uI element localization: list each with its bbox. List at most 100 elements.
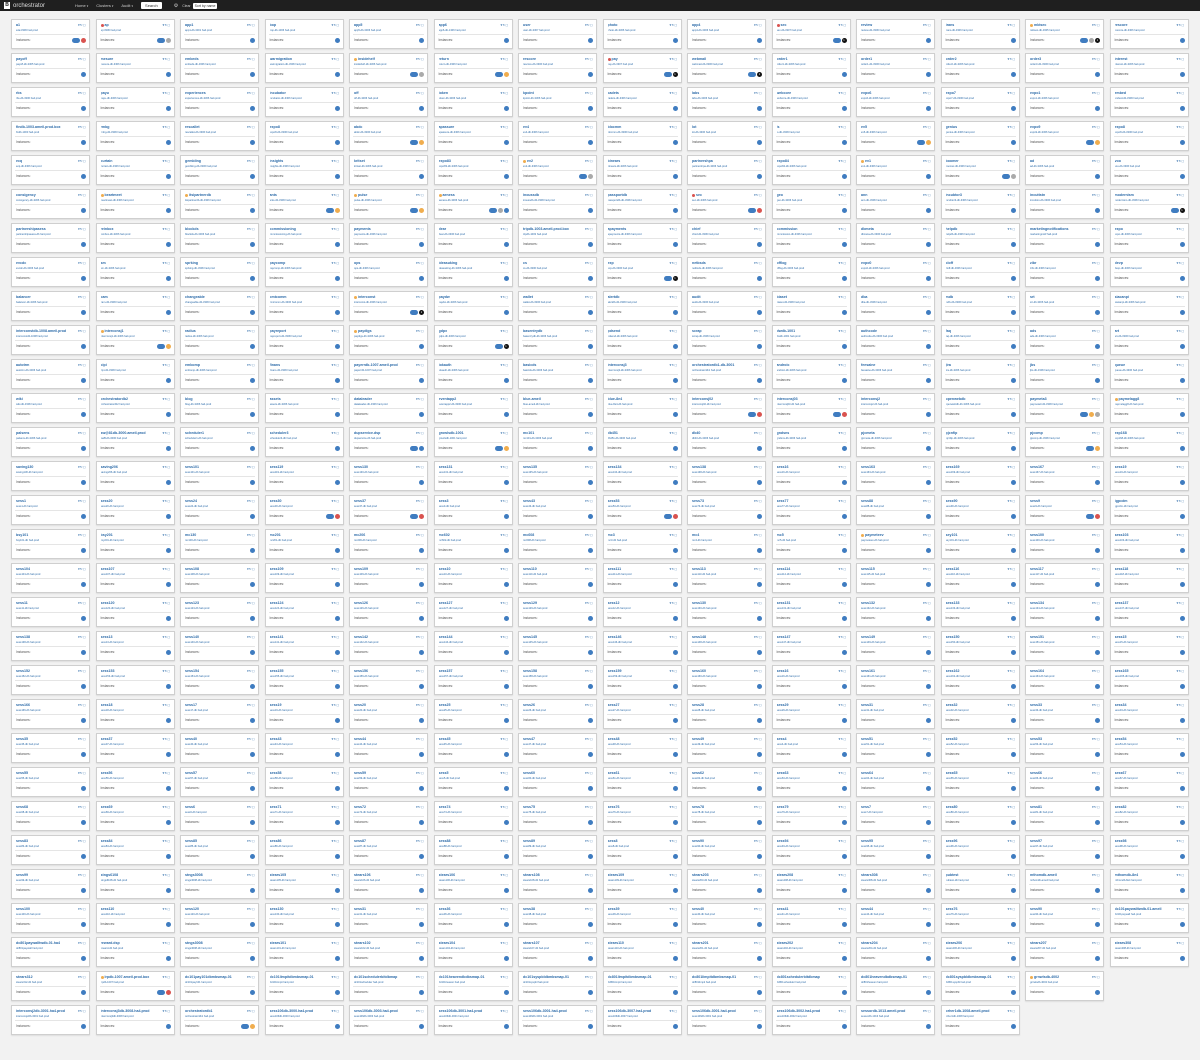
- cluster-title[interactable]: db40: [692, 431, 748, 435]
- instance-count-badge[interactable]: [672, 819, 678, 825]
- cluster-title[interactable]: interconsj02: [692, 397, 748, 401]
- cluster-card[interactable]: dc101heavendbdbsmap-01 ♥↻▢ dc101heaven ha4…: [433, 971, 513, 1001]
- copy-icon[interactable]: ▢: [674, 669, 677, 673]
- cluster-card[interactable]: interconstdb-1008.ameil.prod ♥↻▢ intercons…: [11, 325, 90, 355]
- copy-icon[interactable]: ▢: [252, 839, 255, 843]
- instance-count-badge[interactable]: [1095, 479, 1100, 485]
- cluster-card[interactable]: sess123 ♥↻▢ sess123-db ha4.prod Instances:: [180, 597, 259, 627]
- cluster-card[interactable]: dc801heavendbdbsmap-01 ♥↻▢ dc801heaven ha4…: [856, 971, 935, 1001]
- cluster-title[interactable]: sess63: [777, 771, 833, 775]
- copy-icon[interactable]: ▢: [252, 873, 255, 877]
- cluster-title[interactable]: zibr: [1030, 261, 1086, 265]
- copy-icon[interactable]: ▢: [167, 839, 170, 843]
- cluster-alias[interactable]: kpoint-db-3306 ha4.prod: [523, 97, 593, 100]
- copy-icon[interactable]: ▢: [1012, 193, 1015, 197]
- instance-count-badge[interactable]: [1179, 547, 1185, 553]
- cluster-title[interactable]: mesure: [101, 57, 157, 61]
- instance-count-badge[interactable]: [334, 615, 340, 621]
- cluster-card[interactable]: sess39 ♥↻▢ sess39-db ha4.prod Instances:: [602, 903, 682, 933]
- copy-icon[interactable]: ▢: [759, 261, 762, 265]
- copy-icon[interactable]: ▢: [759, 975, 762, 979]
- cluster-alias[interactable]: embeds-db-3306 ha4.prod: [185, 63, 255, 66]
- cluster-card[interactable]: sess119 ♥↻▢ sess119-db ha4.prod Instances:: [264, 461, 344, 491]
- cluster-card[interactable]: srt ♥↻▢ srt-db-3306 ha4.prod Instances:: [1025, 291, 1104, 321]
- instance-count-badge[interactable]: [1179, 105, 1185, 111]
- cluster-alias[interactable]: sess100-db ha4.prod: [16, 913, 86, 916]
- instance-count-badge[interactable]: [250, 37, 255, 43]
- cluster-card[interactable]: gdpx ♥↻▢ gdpx-db-3306 ha4.prod Instances: 1: [433, 325, 513, 355]
- cluster-title[interactable]: scrap: [692, 329, 748, 333]
- copy-icon[interactable]: ▢: [505, 329, 508, 333]
- cluster-title[interactable]: sess49: [692, 737, 748, 741]
- copy-icon[interactable]: ▢: [674, 975, 677, 979]
- instance-count-badge[interactable]: [1095, 887, 1100, 893]
- instance-count-badge[interactable]: [588, 955, 593, 961]
- instance-count-badge[interactable]: [1010, 615, 1016, 621]
- copy-icon[interactable]: ▢: [1181, 261, 1184, 265]
- cluster-card[interactable]: rescore ♥↻▢ rescore-db-3306 ha4.prod Instan…: [518, 53, 597, 83]
- cluster-card[interactable]: mthomdb-8e4 ♥↻▢ mthomdb-8e4 ha4.prod Instan…: [1109, 869, 1189, 899]
- copy-icon[interactable]: ▢: [928, 669, 931, 673]
- cluster-card[interactable]: apayments ♥↻▢ apayments-db-3306 ha4.prod In…: [602, 223, 682, 253]
- cluster-title[interactable]: ap: [100, 23, 157, 27]
- instance-count-badge[interactable]: [1179, 139, 1185, 145]
- instance-count-badge[interactable]: [1010, 751, 1016, 757]
- cluster-card[interactable]: voo ♥↻▢ voo-db-3306 ha4.prod Instances:: [1109, 155, 1189, 185]
- cluster-title[interactable]: sw@81db-3000.ameil.prod: [101, 431, 157, 435]
- instance-count-badge[interactable]: [588, 207, 593, 213]
- cluster-title[interactable]: sess53: [1030, 737, 1086, 741]
- instance-count-badge[interactable]: [757, 37, 762, 43]
- instance-count-badge[interactable]: [926, 411, 931, 417]
- cluster-alias[interactable]: sess88-db ha4.prod: [861, 505, 931, 508]
- cluster-title[interactable]: insights: [270, 159, 326, 163]
- cluster-title[interactable]: mc101: [523, 431, 579, 435]
- cluster-title[interactable]: sess8: [608, 839, 664, 843]
- instance-count-badge[interactable]: [672, 309, 678, 315]
- cluster-alias[interactable]: labs-db-3306 ha4.prod: [692, 97, 762, 100]
- instance-count-badge[interactable]: [81, 377, 86, 383]
- cluster-alias[interactable]: autotrm-db-3306 ha4.prod: [16, 369, 86, 372]
- cluster-card[interactable]: helpdb ♥↻▢ helpdb-db-3306 ha4.prod Instance…: [940, 223, 1020, 253]
- copy-icon[interactable]: ▢: [590, 57, 593, 61]
- cluster-title[interactable]: sess117: [1030, 567, 1086, 571]
- instance-count-badge[interactable]: [334, 241, 340, 247]
- copy-icon[interactable]: ▢: [252, 57, 255, 61]
- cluster-title[interactable]: sess140: [185, 635, 241, 639]
- cluster-title[interactable]: sess24: [185, 499, 241, 503]
- cluster-alias[interactable]: ideasuking-db-3306 ha4.prod: [439, 267, 509, 270]
- instance-count-badge[interactable]: [250, 1023, 255, 1029]
- cluster-card[interactable]: reinbox ♥↻▢ reinbox-db-3306 ha4.prod Instan…: [95, 223, 175, 253]
- cluster-card[interactable]: sess65 ♥↻▢ sess65-db ha4.prod Instances:: [940, 767, 1020, 797]
- instance-count-badge[interactable]: [1010, 275, 1016, 281]
- cluster-card[interactable]: review ♥↻▢ review-db-3306 ha4.prod Instance…: [856, 19, 935, 49]
- instance-count-badge[interactable]: [503, 887, 509, 893]
- cluster-title[interactable]: sess144: [439, 635, 495, 639]
- cluster-title[interactable]: expo1: [1030, 91, 1086, 95]
- copy-icon[interactable]: ▢: [843, 839, 846, 843]
- cluster-alias[interactable]: sess39-db ha4.prod: [608, 913, 678, 916]
- instance-count-badge[interactable]: [672, 479, 678, 485]
- cluster-alias[interactable]: sess17-db ha4.prod: [185, 709, 255, 712]
- instance-count-badge[interactable]: [419, 411, 424, 417]
- cluster-alias[interactable]: off-db-3306 ha4.prod: [354, 97, 424, 100]
- copy-icon[interactable]: ▢: [1097, 703, 1100, 707]
- instance-count-badge[interactable]: [81, 139, 86, 145]
- cluster-card[interactable]: saving206 ♥↻▢ saving206-db ha4.prod Instanc…: [95, 461, 175, 491]
- copy-icon[interactable]: ▢: [1097, 907, 1100, 911]
- cluster-alias[interactable]: commissioning-db ha4.prod: [270, 233, 340, 236]
- cluster-title[interactable]: sess164: [1030, 669, 1086, 673]
- cluster-card[interactable]: sess115 ♥↻▢ sess115-db ha4.prod Instances:: [856, 563, 935, 593]
- instance-count-badge[interactable]: [841, 139, 847, 145]
- copy-icon[interactable]: ▢: [167, 261, 170, 265]
- cluster-card[interactable]: stears207 ♥↻▢ stears207-db ha4.prod Instanc…: [1025, 937, 1104, 967]
- cluster-card[interactable]: tgpcdm ♥↻▢ tgpcdm-db ha4.prod Instances:: [1109, 495, 1189, 525]
- copy-icon[interactable]: ▢: [928, 975, 931, 979]
- cluster-title[interactable]: paymeta3: [1030, 397, 1086, 401]
- cluster-card[interactable]: experiences ♥↻▢ experiences-db-3306 ha4.pr…: [180, 87, 259, 117]
- cluster-title[interactable]: chief: [692, 227, 748, 231]
- copy-icon[interactable]: ▢: [1012, 805, 1015, 809]
- cluster-alias[interactable]: apayments-db-3306 ha4.prod: [608, 233, 678, 236]
- copy-icon[interactable]: ▢: [843, 873, 846, 877]
- cluster-alias[interactable]: sess29-db ha4.prod: [777, 709, 847, 712]
- instance-count-badge[interactable]: [250, 547, 255, 553]
